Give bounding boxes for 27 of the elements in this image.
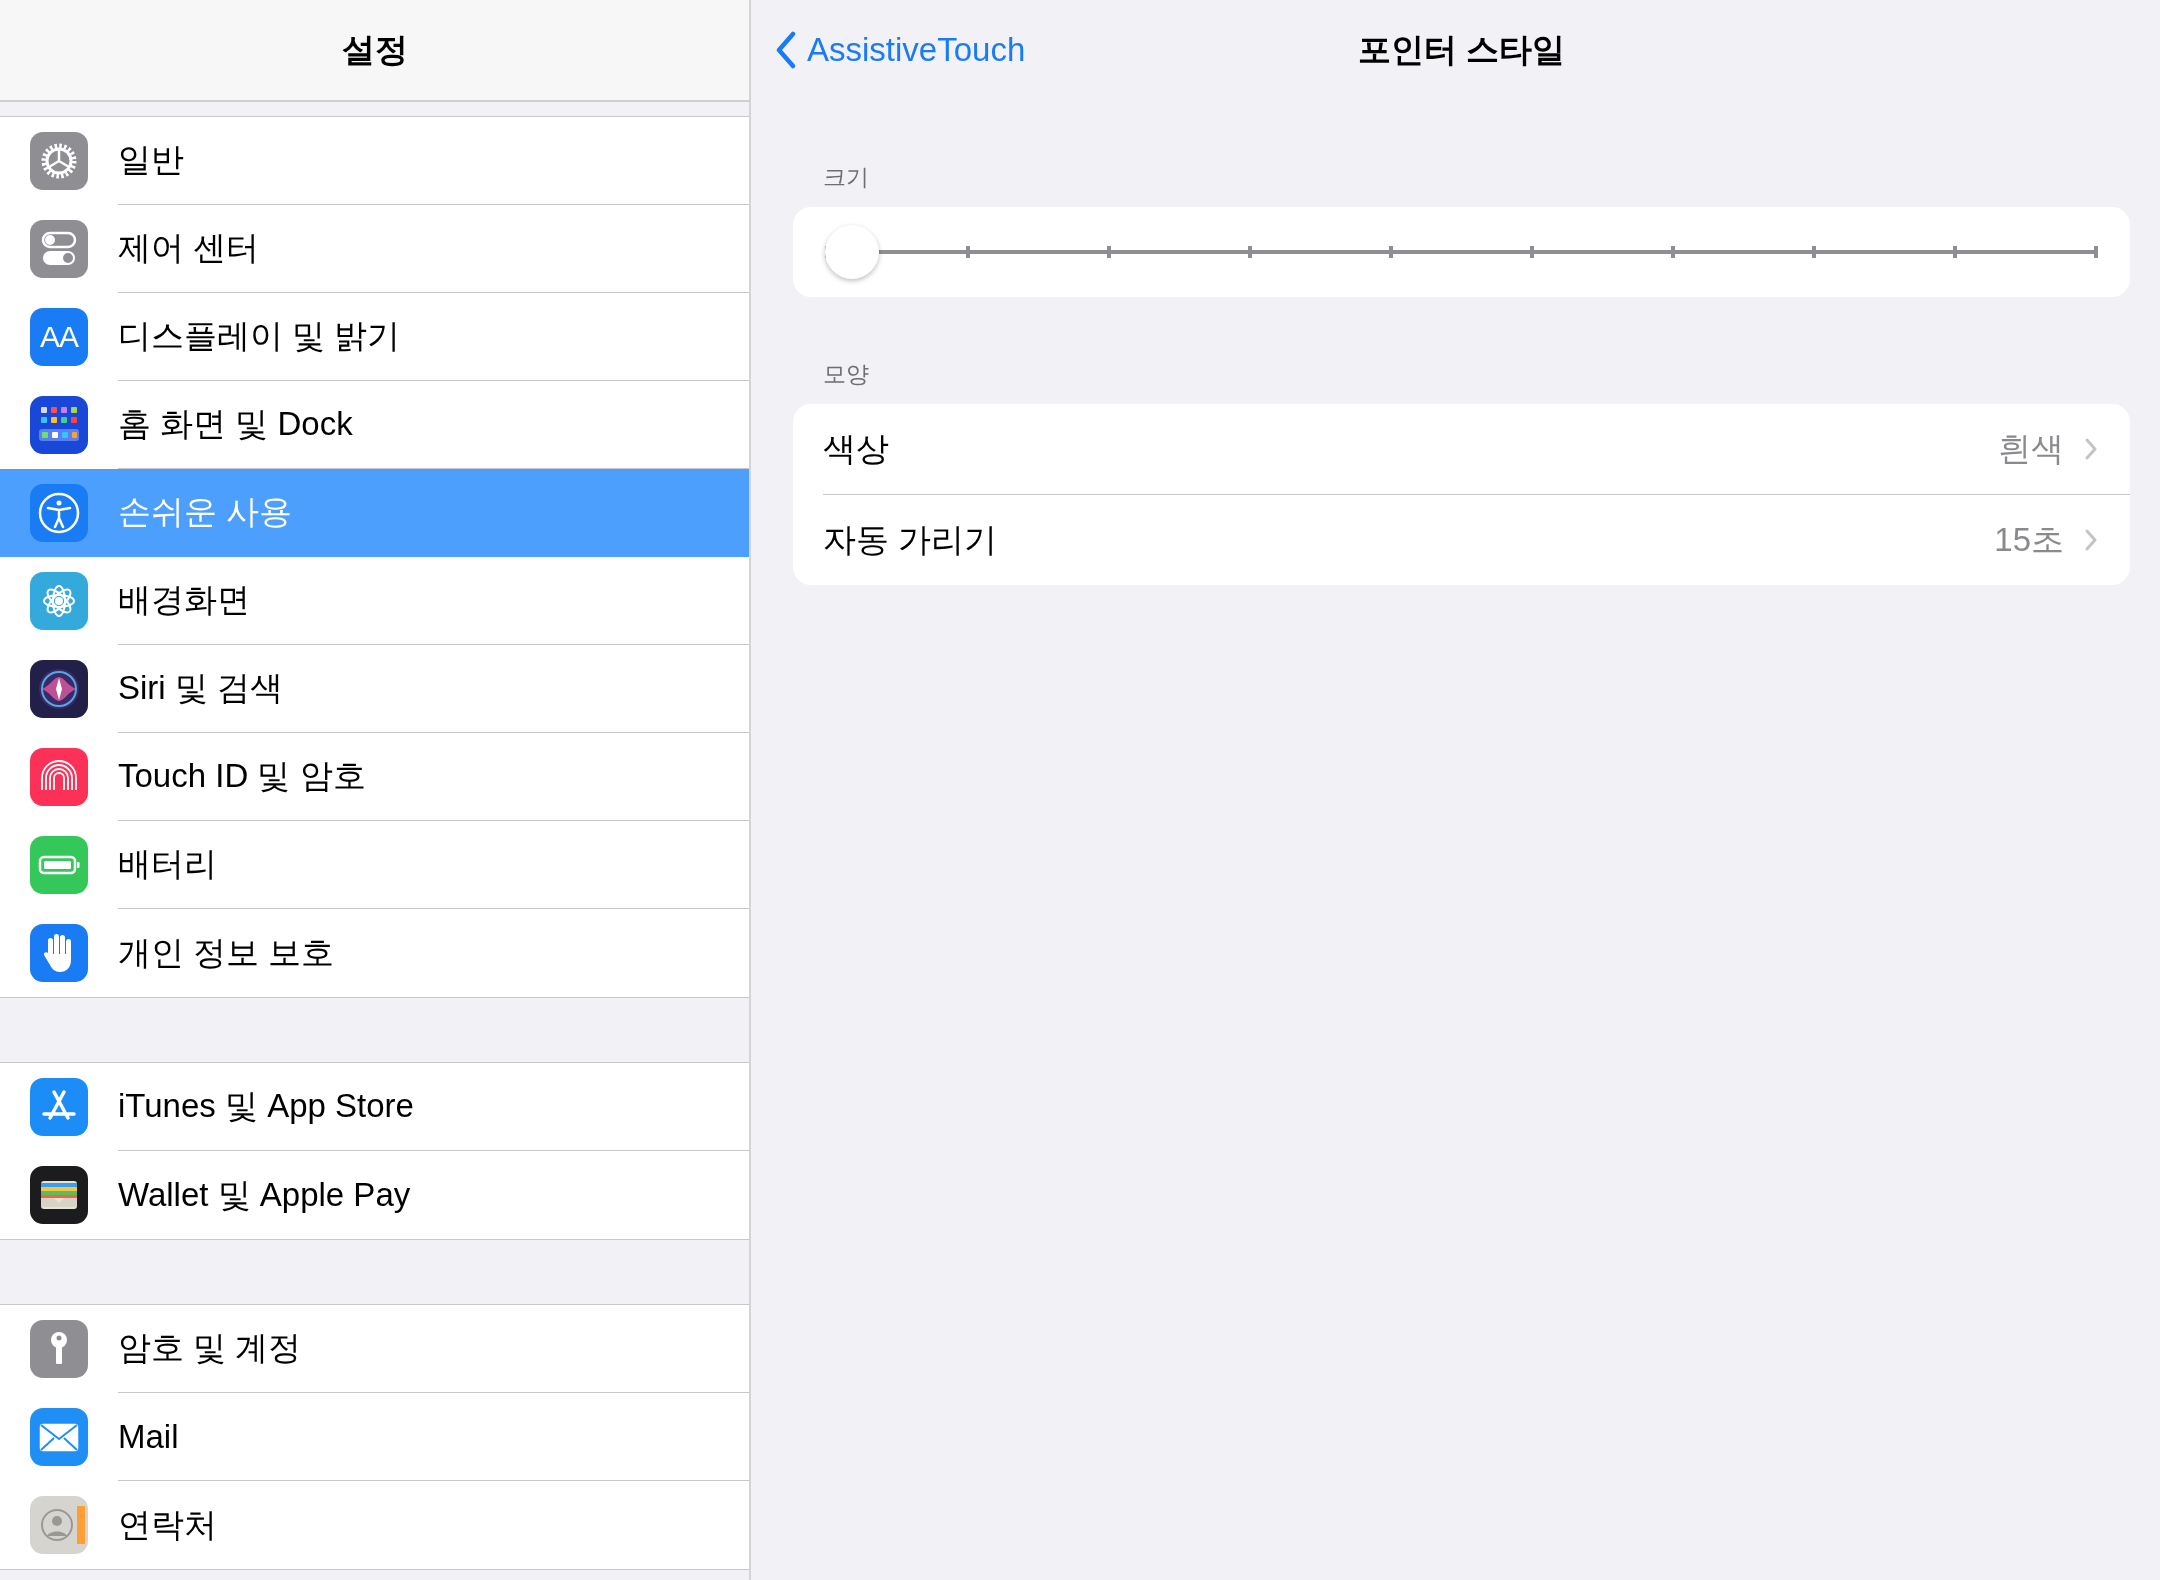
mail-icon [30, 1408, 88, 1466]
wallet-icon [30, 1166, 88, 1224]
page-title: 포인터 스타일 [1357, 29, 1566, 70]
size-slider[interactable] [825, 225, 2098, 279]
chevron-left-icon [775, 31, 797, 69]
contacts-icon [30, 1496, 88, 1554]
toggles-icon [30, 220, 88, 278]
fingerprint-icon [30, 748, 88, 806]
gear-icon [30, 132, 88, 190]
sidebar-title: 설정 [341, 29, 408, 70]
battery-icon [30, 836, 88, 894]
text-size-icon: AA [30, 308, 88, 366]
slider-thumb[interactable] [825, 225, 879, 279]
chevron-icon [2084, 437, 2098, 461]
appstore-icon [30, 1078, 88, 1136]
section-header: 모양 [822, 360, 870, 389]
siri-icon [30, 660, 88, 718]
section-header: 크기 [822, 163, 870, 192]
settings-row[interactable]: 자동 가리기 15초 [823, 495, 2130, 585]
grid-icon [30, 396, 88, 454]
flower-icon [30, 572, 88, 630]
hand-icon [30, 924, 88, 982]
accessibility-icon [30, 484, 88, 542]
settings-row[interactable]: 색상 흰색 [823, 404, 2130, 495]
chevron-icon [2084, 528, 2098, 552]
back-button[interactable]: AssistiveTouch [775, 31, 1026, 69]
key-icon [30, 1320, 88, 1378]
